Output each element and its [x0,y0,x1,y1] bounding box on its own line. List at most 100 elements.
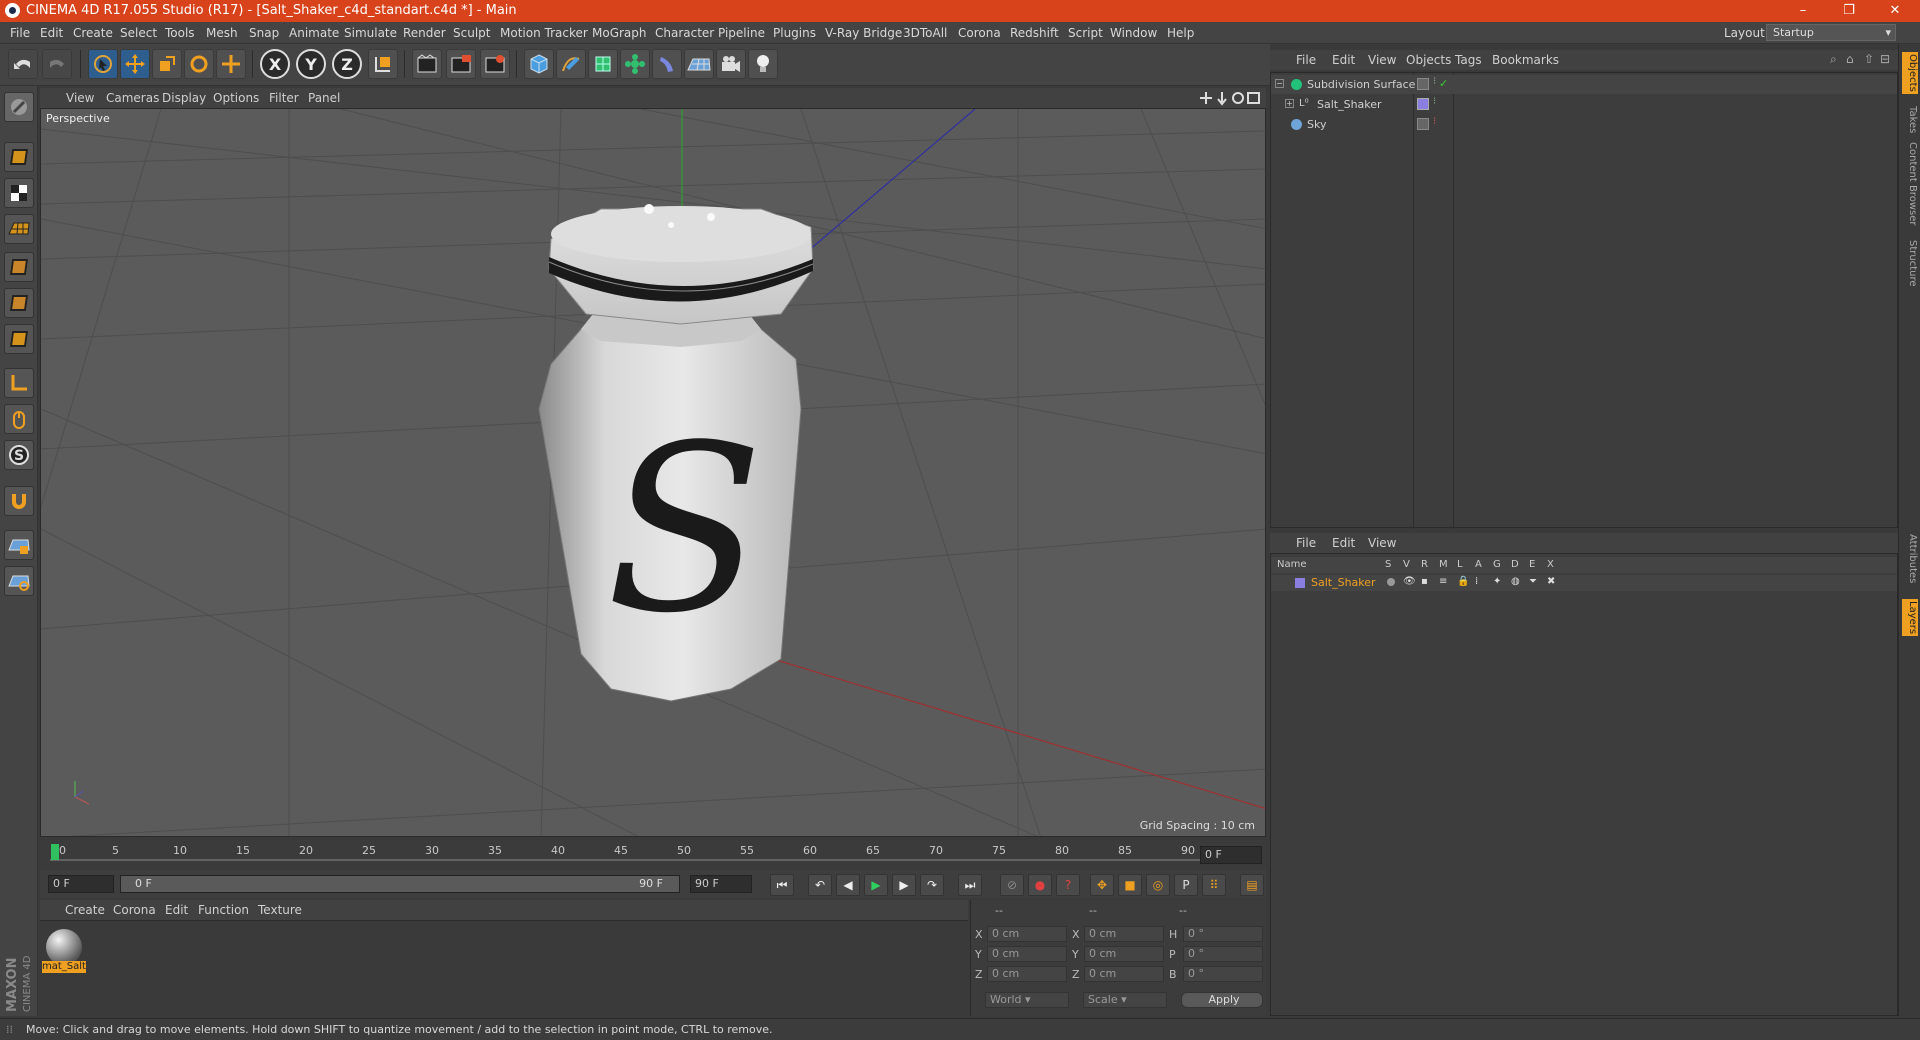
frame-range-slider[interactable]: 0 F 90 F [120,875,680,893]
expand-toggle-icon[interactable]: + [1285,99,1294,108]
menu-file[interactable]: File [10,26,30,40]
viewport-menu-filter[interactable]: Filter [269,91,299,105]
visibility-dots-icon[interactable]: ⁝ [1433,116,1436,127]
size-x-field[interactable]: 0 cm [1084,926,1164,942]
tab-objects[interactable]: Objects [1902,52,1918,94]
transform-icon[interactable] [216,49,246,79]
menu-render[interactable]: Render [403,26,446,40]
rotation-h-field[interactable]: 0 ° [1183,926,1263,942]
minimize-button[interactable]: – [1780,0,1826,22]
render-icon[interactable]: ▪ [1421,576,1428,587]
coordinate-system-icon[interactable] [368,49,398,79]
search-icon[interactable]: ⌕ [1830,52,1837,67]
make-editable-icon[interactable] [4,92,34,122]
axis-y-icon[interactable]: Y [296,49,326,79]
enabled-check-icon[interactable]: ✓ [1439,77,1448,90]
coordinate-mode-select[interactable]: World ▾ [985,992,1069,1008]
light-icon[interactable] [748,49,778,79]
array-icon[interactable] [620,49,650,79]
tweak-mode-icon[interactable] [4,404,34,434]
menu-sculpt[interactable]: Sculpt [453,26,490,40]
object-menu-bookmarks[interactable]: Bookmarks [1492,53,1559,67]
layer-swatch-icon[interactable] [1417,118,1429,130]
deformer-icon[interactable] [652,49,682,79]
xref-icon[interactable]: ✖ [1547,576,1555,587]
previous-frame-icon[interactable]: ◀ [836,874,860,896]
timeline-window-icon[interactable]: ▤ [1240,874,1264,896]
viewport-menu-cameras[interactable]: Cameras [106,91,159,105]
menu-vray-bridge[interactable]: V-Ray Bridge [825,26,902,40]
menu-edit[interactable]: Edit [40,26,63,40]
perspective-viewport[interactable]: S Perspective Grid Spacing : 10 cm [40,108,1266,837]
position-x-field[interactable]: 0 cm [987,926,1067,942]
size-mode-select[interactable]: Scale ▾ [1083,992,1167,1008]
menu-pipeline[interactable]: Pipeline [718,26,765,40]
auto-keying-icon[interactable]: ? [1056,874,1080,896]
viewport-menu-options[interactable]: Options [213,91,259,105]
key-pla-icon[interactable]: ⠿ [1202,874,1226,896]
lock-workplane-icon[interactable] [4,530,34,560]
menu-tools[interactable]: Tools [165,26,195,40]
layer-row[interactable]: Salt_Shaker 👁 ▪ ≡ 🔒 ⁞ ✦ ◍ ⏷ ✖ [1271,575,1897,591]
start-frame-field[interactable]: 0 F [48,875,114,893]
layer-menu-file[interactable]: File [1296,536,1316,550]
menu-snap[interactable]: Snap [249,26,279,40]
next-key-icon[interactable]: ↷ [920,874,944,896]
animation-icon[interactable]: ⁞ [1475,576,1478,587]
current-frame-field[interactable]: 0 F [1200,846,1262,864]
workplane-axis-icon[interactable] [4,566,34,596]
restore-button[interactable]: ❐ [1826,0,1872,22]
home-icon[interactable]: ⌂ [1846,52,1854,66]
timeline-playhead[interactable] [51,844,59,860]
generator-icon[interactable]: ✦ [1493,576,1501,587]
layer-color-swatch-icon[interactable] [1295,578,1305,588]
next-frame-icon[interactable]: ▶ [892,874,916,896]
viewport-menu-view[interactable]: View [66,91,94,105]
tab-attributes[interactable]: Attributes [1902,534,1918,583]
menu-plugins[interactable]: Plugins [773,26,816,40]
viewport-menu-display[interactable]: Display [162,91,206,105]
scale-icon[interactable] [152,49,182,79]
key-scale-icon[interactable]: ■ [1118,874,1142,896]
position-y-field[interactable]: 0 cm [987,946,1067,962]
menu-mesh[interactable]: Mesh [206,26,238,40]
camera-icon[interactable] [716,49,746,79]
axis-x-icon[interactable]: X [260,49,290,79]
menu-help[interactable]: Help [1167,26,1194,40]
solo-icon[interactable] [1387,578,1395,586]
menu-select[interactable]: Select [120,26,157,40]
render-picture-viewer-icon[interactable] [446,49,476,79]
undo-icon[interactable] [8,49,38,79]
play-icon[interactable]: ▶ [864,874,888,896]
layer-name[interactable]: Salt_Shaker [1311,576,1376,589]
material-menu-function[interactable]: Function [198,903,249,917]
menu-window[interactable]: Window [1110,26,1157,40]
arrow-up-icon[interactable]: ⇧ [1864,52,1874,66]
select-icon[interactable] [88,49,118,79]
magnet-icon[interactable] [4,486,34,516]
tab-layers[interactable]: Layers [1902,599,1918,637]
object-row-sky[interactable]: Sky ⁝ [1271,115,1897,134]
object-menu-tags[interactable]: Tags [1455,53,1482,67]
menu-simulate[interactable]: Simulate [344,26,397,40]
material-swatch[interactable]: mat_Salt [42,927,86,973]
size-y-field[interactable]: 0 cm [1084,946,1164,962]
floor-icon[interactable] [684,49,714,79]
axis-mode-icon[interactable] [4,368,34,398]
layer-swatch-icon[interactable] [1417,98,1429,110]
manager-icon[interactable]: ≡ [1439,576,1447,587]
layer-swatch-icon[interactable] [1417,78,1429,90]
menu-script[interactable]: Script [1068,26,1103,40]
rotate-icon[interactable] [184,49,214,79]
visibility-dots-icon[interactable]: ⁝ [1433,96,1436,107]
menu-redshift[interactable]: Redshift [1010,26,1059,40]
key-position-icon[interactable]: ✥ [1090,874,1114,896]
polygons-mode-icon[interactable] [4,324,34,354]
object-row-subdivision[interactable]: − Subdivision Surface ⁝ ✓ [1271,75,1897,94]
workplane-icon[interactable] [4,214,34,244]
deformer-layer-icon[interactable]: ◍ [1511,576,1520,587]
axis-z-icon[interactable]: Z [332,49,362,79]
menu-mograph[interactable]: MoGraph [592,26,647,40]
viewport-navigation-icons[interactable] [1200,90,1262,106]
viewport-scene[interactable]: S [41,109,1266,837]
